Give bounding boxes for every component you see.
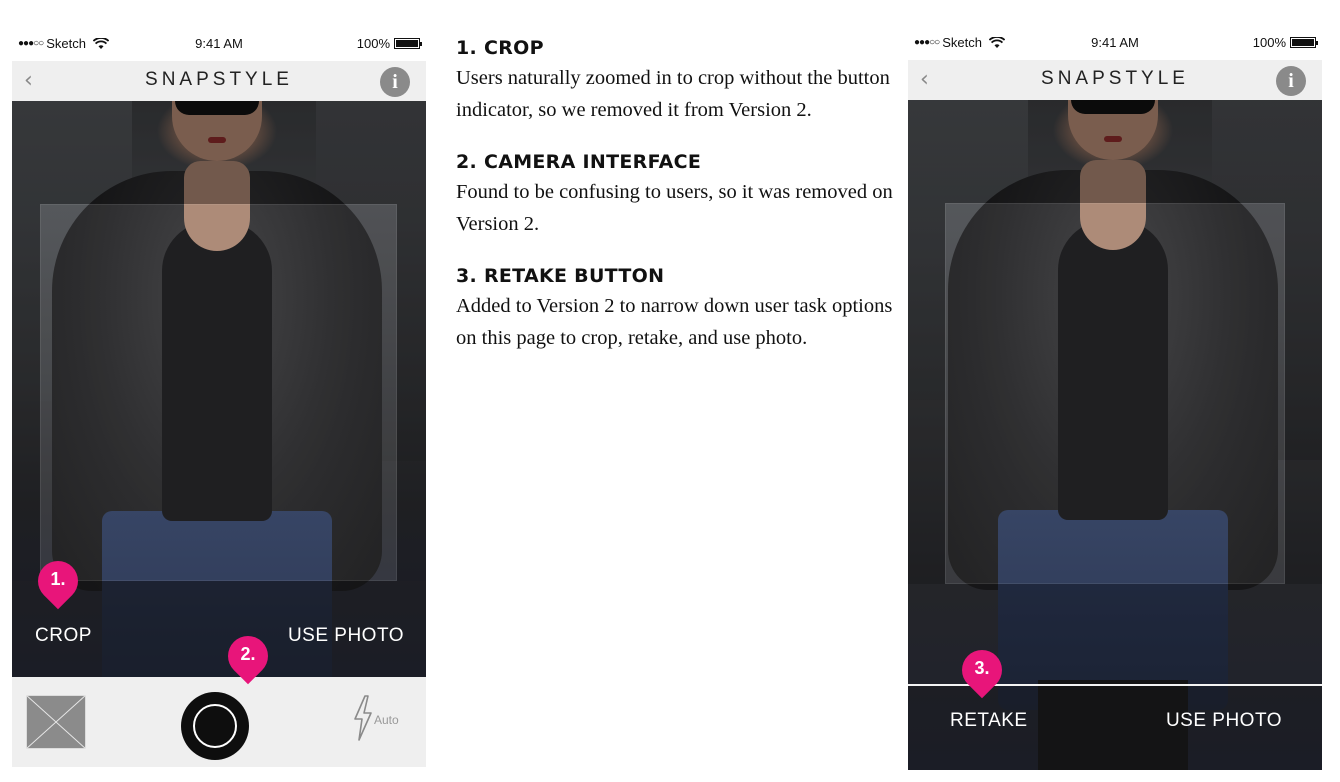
nav-bar: ‹ SNAPSTYLE i — [908, 60, 1322, 100]
status-bar: ●●●○○ Sketch 9:41 AM 100% — [12, 34, 426, 54]
gallery-thumbnail-placeholder-icon[interactable] — [26, 695, 86, 749]
shutter-button[interactable] — [181, 692, 249, 760]
photo-subject-sunglasses — [1071, 100, 1155, 114]
use-photo-button[interactable]: USE PHOTO — [1166, 710, 1282, 732]
phone-mockup-version-2: ●●●○○ Sketch 9:41 AM 100% ‹ SNAPSTYLE i — [908, 0, 1322, 782]
note-retake-button: 3. RETAKE BUTTON Added to Version 2 to n… — [456, 262, 896, 354]
flash-mode-label[interactable]: Auto — [374, 713, 399, 727]
battery-percent: 100% — [356, 36, 390, 51]
note-crop: 1. CROP Users naturally zoomed in to cro… — [456, 34, 896, 126]
note-camera-interface: 2. CAMERA INTERFACE Found to be confusin… — [456, 148, 896, 240]
annotation-pin-1: 1. — [29, 552, 87, 610]
photo-subject-neck — [184, 161, 250, 251]
photo-subject-sunglasses — [175, 101, 259, 115]
retake-button[interactable]: RETAKE — [950, 710, 1028, 732]
status-bar: ●●●○○ Sketch 9:41 AM 100% — [908, 33, 1322, 53]
app-title: SNAPSTYLE — [145, 69, 293, 90]
note-body: Users naturally zoomed in to crop withou… — [456, 67, 890, 121]
note-heading: 1. CROP — [456, 37, 544, 59]
camera-toolbar: Auto — [12, 677, 426, 767]
annotation-pin-2: 2. — [219, 627, 277, 685]
battery-percent: 100% — [1252, 35, 1286, 50]
photo-preview: RETAKE USE PHOTO 3. — [908, 100, 1322, 770]
info-icon[interactable]: i — [1276, 66, 1306, 96]
photo-subject-neck — [1080, 160, 1146, 250]
phone-mockup-version-1: ●●●○○ Sketch 9:41 AM 100% ‹ SNAPSTYLE i — [12, 0, 426, 782]
use-photo-button[interactable]: USE PHOTO — [288, 625, 404, 647]
pin-label: 3. — [974, 658, 990, 678]
photo-subject-lips — [208, 137, 226, 143]
crop-button[interactable]: CROP — [35, 625, 92, 647]
note-body: Found to be confusing to users, so it wa… — [456, 181, 893, 235]
app-title: SNAPSTYLE — [1041, 68, 1189, 89]
photo-subject-lips — [1104, 136, 1122, 142]
nav-bar: ‹ SNAPSTYLE i — [12, 61, 426, 101]
photo-subject-shirt — [162, 221, 272, 521]
flash-icon[interactable] — [352, 695, 374, 741]
shutter-ring-icon — [193, 704, 237, 748]
note-body: Added to Version 2 to narrow down user t… — [456, 295, 893, 349]
pin-label: 2. — [240, 644, 256, 664]
battery-icon — [1290, 37, 1318, 48]
photo-preview: CROP USE PHOTO 1. — [12, 101, 426, 677]
status-battery-group: 100% — [1252, 35, 1318, 50]
annotation-pin-3: 3. — [953, 641, 1011, 699]
battery-icon — [394, 38, 422, 49]
pin-label: 1. — [50, 569, 66, 589]
status-battery-group: 100% — [356, 36, 422, 51]
photo-action-bar: RETAKE USE PHOTO — [908, 686, 1322, 770]
note-heading: 3. RETAKE BUTTON — [456, 265, 665, 287]
info-icon[interactable]: i — [380, 67, 410, 97]
note-heading: 2. CAMERA INTERFACE — [456, 151, 702, 173]
design-notes: 1. CROP Users naturally zoomed in to cro… — [456, 34, 896, 376]
photo-subject-shirt — [1058, 220, 1168, 520]
